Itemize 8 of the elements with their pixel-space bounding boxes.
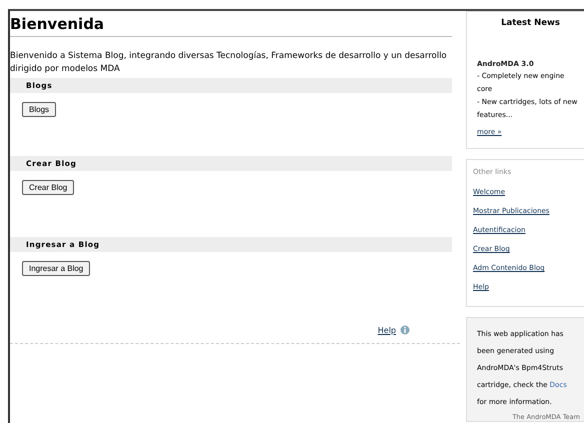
section-button[interactable]: Blogs: [22, 102, 56, 117]
news-title: Latest News: [500, 18, 561, 28]
page-title: Bienvenida: [10, 11, 452, 37]
section-button[interactable]: Ingresar a Blog: [22, 261, 90, 276]
section-button[interactable]: Crear Blog: [22, 180, 74, 195]
info-icon[interactable]: [400, 325, 410, 335]
intro-text: Bienvenido a Sistema Blog, integrando diversas Tecnologías, Frameworks de desarrollo y un desarrollo dirigido por modelos MDA: [10, 50, 448, 76]
help-link[interactable]: Help: [378, 326, 396, 334]
